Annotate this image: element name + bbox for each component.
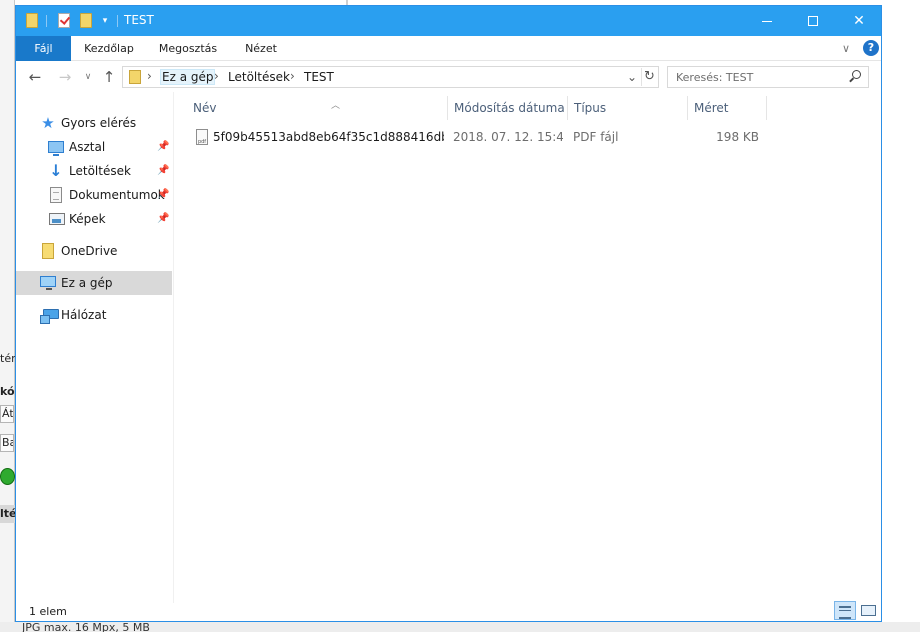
details-view-icon[interactable]: [834, 601, 856, 620]
pin-icon[interactable]: 📌: [157, 207, 169, 231]
tab-view[interactable]: Nézet: [238, 36, 284, 61]
help-icon[interactable]: ?: [863, 40, 879, 56]
sidebar-item-pictures[interactable]: Képek 📌: [16, 207, 174, 231]
sidebar-item-desktop[interactable]: Asztal 📌: [16, 135, 174, 159]
download-icon: ↓: [49, 161, 63, 180]
column-header-size[interactable]: Méret: [694, 98, 764, 118]
back-arrow-icon[interactable]: ←: [25, 67, 45, 87]
file-size: 198 KB: [716, 130, 759, 144]
star-icon: ★: [41, 114, 55, 132]
file-modified-date: 2018. 07. 12. 15:40: [453, 130, 563, 144]
breadcrumb-separator-icon[interactable]: ›: [214, 69, 219, 83]
window-title: TEST: [124, 13, 154, 27]
sidebar-item-label: Képek: [69, 212, 106, 226]
sidebar-item-label: Letöltések: [69, 164, 131, 178]
sidebar-item-documents[interactable]: Dokumentumok 📌: [16, 183, 174, 207]
sidebar-item-label: Dokumentumok: [69, 188, 165, 202]
close-button[interactable]: ✕: [836, 6, 882, 36]
maximize-icon: [808, 16, 818, 26]
column-divider[interactable]: [567, 96, 568, 120]
sidebar-item-label: Asztal: [69, 140, 106, 154]
toolbar-separator: [46, 15, 47, 27]
minimize-icon: [762, 20, 772, 22]
pdf-file-icon: pdf: [196, 129, 208, 145]
breadcrumb-this-pc[interactable]: Ez a gép: [160, 69, 216, 85]
up-arrow-icon[interactable]: ↑: [99, 67, 119, 87]
sidebar-item-label: OneDrive: [61, 244, 118, 258]
sidebar-item-network[interactable]: Hálózat: [16, 303, 174, 327]
explorer-window: ▾ TEST ✕ Fájl Kezdőlap Megosztás Nézet ∨…: [15, 5, 882, 622]
background-fragment: Bal: [0, 434, 14, 452]
breadcrumb-separator-icon[interactable]: ›: [147, 69, 152, 83]
sidebar-item-onedrive[interactable]: OneDrive: [16, 239, 174, 263]
sidebar-item-quick-access[interactable]: ★ Gyors elérés: [16, 111, 174, 135]
sort-ascending-icon: ︿: [331, 101, 341, 111]
sidebar-item-this-pc[interactable]: Ez a gép: [16, 271, 172, 295]
maximize-button[interactable]: [790, 6, 836, 36]
expand-ribbon-chevron-icon[interactable]: ∨: [842, 36, 850, 61]
column-header-type[interactable]: Típus: [574, 98, 686, 118]
pin-icon[interactable]: 📌: [157, 183, 169, 207]
desktop-icon: [48, 141, 64, 156]
address-history-chevron-icon[interactable]: ⌄: [626, 68, 638, 86]
customize-toolbar-icon[interactable]: ▾: [100, 15, 110, 27]
breadcrumb-test[interactable]: TEST: [303, 69, 335, 85]
file-type: PDF fájl: [573, 130, 619, 144]
file-list: Név ︿ Módosítás dátuma Típus Méret pdf 5…: [174, 92, 881, 603]
large-icons-view-icon[interactable]: [858, 601, 878, 620]
ribbon: Fájl Kezdőlap Megosztás Nézet ∨ ?: [16, 36, 881, 61]
refresh-icon[interactable]: ↻: [641, 68, 657, 86]
search-input[interactable]: [668, 67, 842, 87]
sidebar-item-label: Ez a gép: [61, 276, 113, 290]
sidebar-item-label: Gyors elérés: [61, 116, 137, 130]
status-bar: 1 elem: [16, 601, 881, 621]
background-bottom-text: JPG max. 16 Mpx, 5 MB: [22, 621, 150, 632]
column-divider[interactable]: [447, 96, 448, 120]
background-fragment: tér: [0, 352, 16, 365]
forward-arrow-icon[interactable]: →: [55, 67, 75, 87]
table-row[interactable]: pdf 5f09b45513abd8eb64f35c1d888416dbb4b.…: [190, 126, 770, 148]
title-bar[interactable]: ▾ TEST ✕: [16, 6, 881, 36]
background-right: [882, 0, 920, 632]
sidebar-item-downloads[interactable]: ↓ Letöltések 📌: [16, 159, 174, 183]
folder-icon: [129, 70, 141, 84]
tab-file[interactable]: Fájl: [16, 36, 71, 61]
close-icon: ✕: [853, 13, 865, 29]
tab-share[interactable]: Megosztás: [154, 36, 222, 61]
onedrive-icon: [42, 243, 54, 259]
background-window-left: [0, 0, 15, 632]
tab-home[interactable]: Kezdőlap: [78, 36, 140, 61]
column-divider[interactable]: [766, 96, 767, 120]
new-folder-icon[interactable]: [80, 13, 92, 28]
column-header-modified[interactable]: Módosítás dátuma: [454, 98, 566, 118]
address-row: ← → ∨ ↑ › Ez a gép › Letöltések › TEST ⌄…: [16, 62, 881, 92]
breadcrumb-separator-icon[interactable]: ›: [290, 69, 295, 83]
pin-icon[interactable]: 📌: [157, 159, 169, 183]
search-box[interactable]: [667, 66, 869, 88]
network-icon: [40, 309, 59, 324]
breadcrumb-downloads[interactable]: Letöltések: [227, 69, 291, 85]
background-fragment: Átl: [0, 405, 14, 423]
this-pc-icon: [40, 276, 56, 290]
folder-icon: [26, 13, 38, 28]
properties-icon[interactable]: [58, 13, 70, 28]
background-status-dot: [0, 468, 15, 485]
navigation-pane: ★ Gyors elérés Asztal 📌 ↓ Letöltések 📌 D…: [16, 92, 174, 603]
sidebar-item-label: Hálózat: [61, 308, 107, 322]
documents-icon: [50, 187, 62, 203]
column-header-name[interactable]: Név ︿: [193, 98, 443, 118]
file-name: 5f09b45513abd8eb64f35c1d888416dbb4b...: [213, 130, 444, 144]
search-icon[interactable]: [848, 70, 862, 84]
column-divider[interactable]: [687, 96, 688, 120]
recent-locations-chevron-icon[interactable]: ∨: [82, 67, 94, 87]
address-bar[interactable]: › Ez a gép › Letöltések › TEST ⌄ ↻: [122, 66, 659, 88]
pin-icon[interactable]: 📌: [157, 135, 169, 159]
column-header-label: Név: [193, 101, 217, 115]
pictures-icon: [49, 213, 65, 225]
item-count: 1 elem: [29, 605, 67, 618]
toolbar-separator: [117, 15, 118, 27]
minimize-button[interactable]: [744, 6, 790, 36]
